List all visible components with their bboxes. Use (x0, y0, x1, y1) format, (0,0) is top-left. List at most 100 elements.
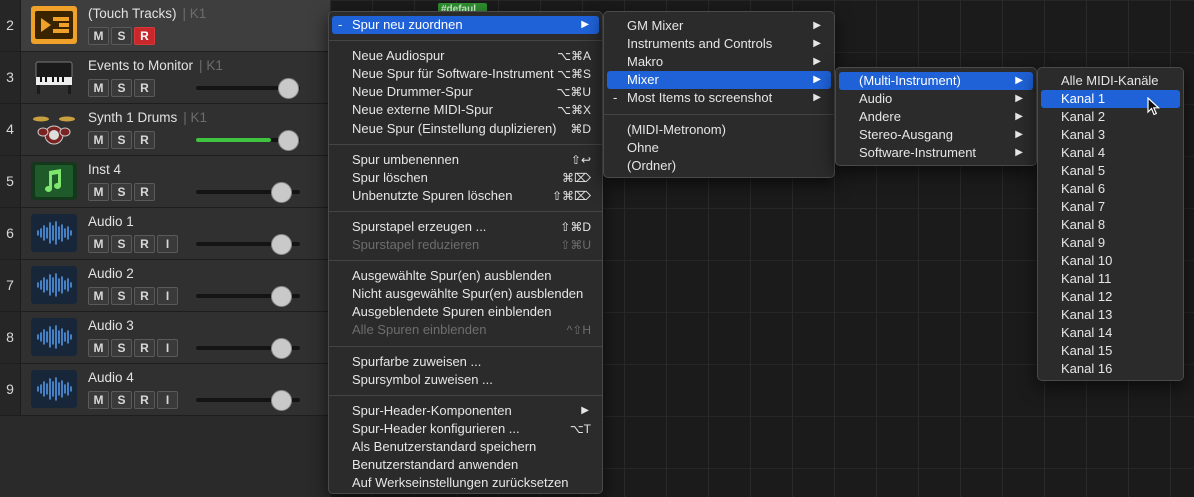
menu-item[interactable]: Software-Instrument ▶ (839, 144, 1033, 162)
waveform-icon[interactable] (31, 266, 77, 304)
input-monitor-button[interactable]: I (157, 339, 178, 357)
volume-slider[interactable] (196, 182, 300, 203)
menu-item[interactable]: Kanal 15 (1041, 342, 1180, 360)
menu-item[interactable]: Neue externe MIDI-Spur ⌥⌘X (332, 101, 599, 119)
menu-item[interactable]: (MIDI-Metronom) (607, 121, 831, 139)
solo-button[interactable]: S (111, 235, 132, 253)
menu-item[interactable]: Spur-Header-Komponenten ▶ (332, 402, 599, 420)
volume-knob[interactable] (271, 286, 292, 307)
menu-item[interactable]: Kanal 11 (1041, 270, 1180, 288)
input-monitor-button[interactable]: I (157, 287, 178, 305)
solo-button[interactable]: S (111, 131, 132, 149)
menu-item[interactable]: Kanal 9 (1041, 234, 1180, 252)
menu-item[interactable]: Makro ▶ (607, 53, 831, 71)
menu-item[interactable]: Neue Spur für Software-Instrument ⌥⌘S (332, 65, 599, 83)
record-enable-button[interactable]: R (134, 235, 155, 253)
solo-button[interactable]: S (111, 391, 132, 409)
input-monitor-button[interactable]: I (157, 235, 178, 253)
track-row[interactable]: 7 Audio 2 MSRI (0, 260, 330, 312)
menu-item[interactable]: Kanal 6 (1041, 180, 1180, 198)
mute-button[interactable]: M (88, 131, 109, 149)
track-name[interactable]: Audio 4 (88, 370, 134, 385)
track-row[interactable]: 6 Audio 1 MSRI (0, 208, 330, 260)
volume-knob[interactable] (278, 78, 299, 99)
volume-knob[interactable] (271, 182, 292, 203)
menu-item[interactable]: Auf Werkseinstellungen zurücksetzen (332, 474, 599, 492)
volume-slider[interactable] (196, 286, 300, 307)
menu-item[interactable]: Kanal 8 (1041, 216, 1180, 234)
solo-button[interactable]: S (111, 287, 132, 305)
menu-item[interactable]: Kanal 13 (1041, 306, 1180, 324)
solo-button[interactable]: S (111, 27, 132, 45)
track-name[interactable]: Audio 3 (88, 318, 134, 333)
menu-item[interactable]: Kanal 4 (1041, 144, 1180, 162)
menu-item[interactable]: - Most Items to screenshot ▶ (607, 89, 831, 107)
menu-item[interactable]: Mixer ▶ (607, 71, 831, 89)
drums-icon[interactable] (31, 110, 77, 148)
volume-slider[interactable] (196, 338, 300, 359)
menu-item[interactable]: Ausgewählte Spur(en) ausblenden (332, 267, 599, 285)
track-name[interactable]: Audio 1 (88, 214, 134, 229)
menu-item[interactable]: - Spur neu zuordnen ▶ (332, 16, 599, 34)
record-enable-button[interactable]: R (134, 339, 155, 357)
menu-item[interactable]: Spur umbenennen ⇧↩ (332, 151, 599, 169)
volume-slider[interactable] (196, 234, 300, 255)
menu-item[interactable]: Neue Audiospur ⌥⌘A (332, 47, 599, 65)
menu-item[interactable]: Ausgeblendete Spuren einblenden (332, 303, 599, 321)
volume-knob[interactable] (271, 390, 292, 411)
waveform-icon[interactable] (31, 318, 77, 356)
menu-item[interactable]: Kanal 7 (1041, 198, 1180, 216)
menu-item[interactable]: (Ordner) (607, 157, 831, 175)
solo-button[interactable]: S (111, 339, 132, 357)
track-row[interactable]: 8 Audio 3 MSRI (0, 312, 330, 364)
record-enable-button[interactable]: R (134, 183, 155, 201)
menu-item[interactable]: Stereo-Ausgang ▶ (839, 126, 1033, 144)
menu-item[interactable]: GM Mixer ▶ (607, 17, 831, 35)
volume-slider[interactable] (196, 390, 300, 411)
music-note-icon[interactable] (31, 162, 77, 200)
menu-item[interactable]: Nicht ausgewählte Spur(en) ausblenden (332, 285, 599, 303)
waveform-icon[interactable] (31, 214, 77, 252)
input-monitor-button[interactable]: I (157, 391, 178, 409)
record-enable-button[interactable]: R (134, 27, 155, 45)
menu-item[interactable]: Kanal 10 (1041, 252, 1180, 270)
menu-item[interactable]: Als Benutzerstandard speichern (332, 438, 599, 456)
menu-item[interactable]: Kanal 12 (1041, 288, 1180, 306)
volume-slider[interactable] (196, 130, 300, 151)
track-name[interactable]: Audio 2 (88, 266, 134, 281)
volume-slider[interactable] (196, 78, 300, 99)
mute-button[interactable]: M (88, 183, 109, 201)
menu-item[interactable]: Kanal 16 (1041, 360, 1180, 378)
menu-item[interactable]: Spur löschen ⌘⌦ (332, 169, 599, 187)
mute-button[interactable]: M (88, 287, 109, 305)
track-row[interactable]: 9 Audio 4 MSRI (0, 364, 330, 416)
solo-button[interactable]: S (111, 79, 132, 97)
track-name[interactable]: Synth 1 Drums | K1 (88, 110, 207, 125)
waveform-icon[interactable] (31, 370, 77, 408)
mute-button[interactable]: M (88, 235, 109, 253)
mute-button[interactable]: M (88, 27, 109, 45)
menu-item[interactable]: Andere ▶ (839, 108, 1033, 126)
piano-icon[interactable] (31, 58, 77, 96)
volume-knob[interactable] (278, 130, 299, 151)
volume-knob[interactable] (271, 338, 292, 359)
menu-item[interactable]: Alle MIDI-Kanäle (1041, 72, 1180, 90)
menu-item[interactable]: Unbenutzte Spuren löschen ⇧⌘⌦ (332, 187, 599, 205)
record-enable-button[interactable]: R (134, 79, 155, 97)
menu-item[interactable]: Spursymbol zuweisen ... (332, 371, 599, 389)
track-name[interactable]: Inst 4 (88, 162, 121, 177)
track-name[interactable]: Events to Monitor | K1 (88, 58, 223, 73)
record-enable-button[interactable]: R (134, 131, 155, 149)
track-row[interactable]: 5 Inst 4 MSR (0, 156, 330, 208)
volume-knob[interactable] (271, 234, 292, 255)
menu-item[interactable]: Audio ▶ (839, 90, 1033, 108)
menu-item[interactable]: Benutzerstandard anwenden (332, 456, 599, 474)
menu-item[interactable]: Neue Drummer-Spur ⌥⌘U (332, 83, 599, 101)
mute-button[interactable]: M (88, 391, 109, 409)
mute-button[interactable]: M (88, 79, 109, 97)
menu-item[interactable]: (Multi-Instrument) ▶ (839, 72, 1033, 90)
menu-item[interactable]: Spurstapel erzeugen ... ⇧⌘D (332, 218, 599, 236)
record-enable-button[interactable]: R (134, 391, 155, 409)
menu-item[interactable]: Kanal 3 (1041, 126, 1180, 144)
menu-item[interactable]: Instruments and Controls ▶ (607, 35, 831, 53)
